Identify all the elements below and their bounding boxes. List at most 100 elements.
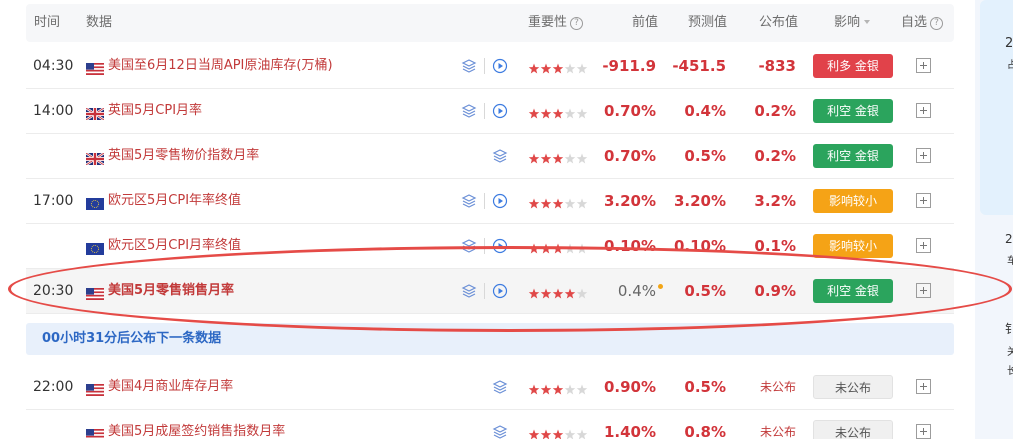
- impact-badge: 未公布: [813, 420, 893, 439]
- layers-icon[interactable]: [461, 103, 477, 119]
- table-row[interactable]: 17:00 欧元区5月CPI年率终值 3.20% 3.20% 3.2% 影响较小: [26, 179, 954, 224]
- header-data: 数据: [86, 15, 113, 30]
- forecast-value: -451.5: [672, 57, 726, 75]
- next-release-notice: 00小时31分后公布下一条数据: [26, 323, 954, 355]
- divider: [484, 103, 485, 119]
- actual-value: 0.2%: [754, 147, 796, 165]
- us-flag-icon: [86, 381, 104, 396]
- divider: [484, 58, 485, 74]
- previous-value: 0.70%: [603, 102, 656, 120]
- forecast-value: 0.5%: [684, 378, 726, 396]
- impact-badge: 利空 金银: [813, 99, 893, 123]
- layers-icon[interactable]: [461, 283, 477, 299]
- impact-badge: 影响较小: [813, 189, 893, 213]
- play-icon[interactable]: [492, 283, 508, 299]
- indicator-link[interactable]: 英国5月零售物价指数月率: [108, 134, 259, 178]
- divider: [484, 238, 485, 254]
- us-flag-icon: [86, 60, 104, 75]
- add-watchlist-icon[interactable]: [916, 193, 931, 208]
- actual-value: 0.9%: [754, 282, 796, 300]
- impact-badge: 未公布: [813, 375, 893, 399]
- forecast-value: 0.8%: [684, 423, 726, 439]
- us-flag-icon: [86, 285, 104, 300]
- eu-flag-icon: [86, 240, 104, 255]
- table-header: 时间 数据 重要性? 前值 预测值 公布值 影响 自选?: [26, 4, 954, 42]
- table-row[interactable]: 英国5月零售物价指数月率 0.70% 0.5% 0.2% 利空 金银: [26, 134, 954, 179]
- forecast-value: 3.20%: [673, 192, 726, 210]
- forecast-value: 0.5%: [684, 147, 726, 165]
- sidebar-fragment: 钅: [1005, 322, 1013, 336]
- sidebar-fragment: 关: [1007, 347, 1013, 358]
- actual-value: 0.2%: [754, 102, 796, 120]
- actual-value: 0.1%: [754, 237, 796, 255]
- previous-value: 0.90%: [603, 378, 656, 396]
- layers-icon[interactable]: [461, 58, 477, 74]
- header-importance[interactable]: 重要性?: [528, 4, 584, 42]
- table-row[interactable]: 20:30 美国5月零售销售月率 0.4% 0.5% 0.9% 利空 金银: [26, 269, 954, 314]
- add-watchlist-icon[interactable]: [916, 283, 931, 298]
- indicator-link[interactable]: 美国5月成屋签约销售指数月率: [108, 410, 285, 439]
- sidebar-fragment: 占: [1007, 60, 1013, 71]
- row-time: 17:00: [33, 193, 74, 209]
- add-watchlist-icon[interactable]: [916, 379, 931, 394]
- add-watchlist-icon[interactable]: [916, 58, 931, 73]
- sidebar-fragment: 21: [1005, 232, 1013, 246]
- header-impact[interactable]: 影响: [834, 4, 871, 42]
- sidebar-fragment: 长: [1007, 366, 1013, 377]
- uk-flag-icon: [85, 150, 105, 166]
- divider: [484, 283, 485, 299]
- previous-value: 3.20%: [603, 192, 656, 210]
- play-icon[interactable]: [492, 238, 508, 254]
- indicator-link[interactable]: 欧元区5月CPI月率终值: [108, 224, 241, 268]
- layers-icon[interactable]: [461, 193, 477, 209]
- notice-text: 00小时31分后公布下一条数据: [42, 331, 222, 346]
- divider: [484, 193, 485, 209]
- forecast-value: 0.5%: [684, 282, 726, 300]
- header-forecast: 预测值: [688, 15, 728, 30]
- actual-value: 未公布: [759, 380, 796, 394]
- help-icon[interactable]: ?: [570, 17, 584, 30]
- impact-badge: 利空 金银: [813, 279, 893, 303]
- header-time: 时间: [34, 15, 61, 30]
- eu-flag-icon: [86, 195, 104, 210]
- layers-icon[interactable]: [492, 379, 508, 395]
- sidebar-fragment: 车: [1007, 256, 1013, 267]
- add-watchlist-icon[interactable]: [916, 103, 931, 118]
- indicator-link[interactable]: 美国5月零售销售月率: [108, 269, 234, 313]
- table-row[interactable]: 欧元区5月CPI月率终值 0.10% 0.10% 0.1% 影响较小: [26, 224, 954, 269]
- actual-value: -833: [758, 57, 796, 75]
- add-watchlist-icon[interactable]: [916, 424, 931, 439]
- forecast-value: 0.10%: [673, 237, 726, 255]
- impact-badge: 利空 金银: [813, 144, 893, 168]
- previous-value: 0.4%: [617, 282, 656, 300]
- row-time: 20:30: [33, 283, 74, 299]
- header-watchlist[interactable]: 自选?: [901, 4, 944, 42]
- play-icon[interactable]: [492, 58, 508, 74]
- layers-icon[interactable]: [492, 424, 508, 439]
- add-watchlist-icon[interactable]: [916, 148, 931, 163]
- table-row[interactable]: 22:00 美国4月商业库存月率 0.90% 0.5% 未公布 未公布: [26, 365, 954, 410]
- calendar-panel: 时间 数据 重要性? 前值 预测值 公布值 影响 自选? 04:30 美国至6月1…: [0, 0, 975, 439]
- layers-icon[interactable]: [492, 148, 508, 164]
- previous-value: 1.40%: [603, 423, 656, 439]
- previous-value: 0.70%: [603, 147, 656, 165]
- impact-badge: 影响较小: [813, 234, 893, 258]
- row-time: 14:00: [33, 103, 74, 119]
- layers-icon[interactable]: [461, 238, 477, 254]
- help-icon[interactable]: ?: [930, 17, 944, 30]
- indicator-link[interactable]: 美国4月商业库存月率: [108, 365, 233, 409]
- header-actual: 公布值: [759, 15, 799, 30]
- actual-value: 3.2%: [754, 192, 796, 210]
- table-row[interactable]: 04:30 美国至6月12日当周API原油库存(万桶) -911.9 -451.5 -8…: [26, 44, 954, 89]
- indicator-link[interactable]: 英国5月CPI月率: [108, 89, 202, 133]
- indicator-link[interactable]: 欧元区5月CPI年率终值: [108, 179, 241, 223]
- table-row[interactable]: 美国5月成屋签约销售指数月率 1.40% 0.8% 未公布 未公布: [26, 410, 954, 439]
- previous-value: 0.10%: [603, 237, 656, 255]
- actual-value: 未公布: [759, 425, 796, 439]
- add-watchlist-icon[interactable]: [916, 238, 931, 253]
- play-icon[interactable]: [492, 103, 508, 119]
- play-icon[interactable]: [492, 193, 508, 209]
- indicator-link[interactable]: 美国至6月12日当周API原油库存(万桶): [108, 44, 333, 88]
- table-row[interactable]: 14:00 英国5月CPI月率 0.70% 0.4% 0.2% 利空 金银: [26, 89, 954, 134]
- us-flag-icon: [86, 426, 104, 439]
